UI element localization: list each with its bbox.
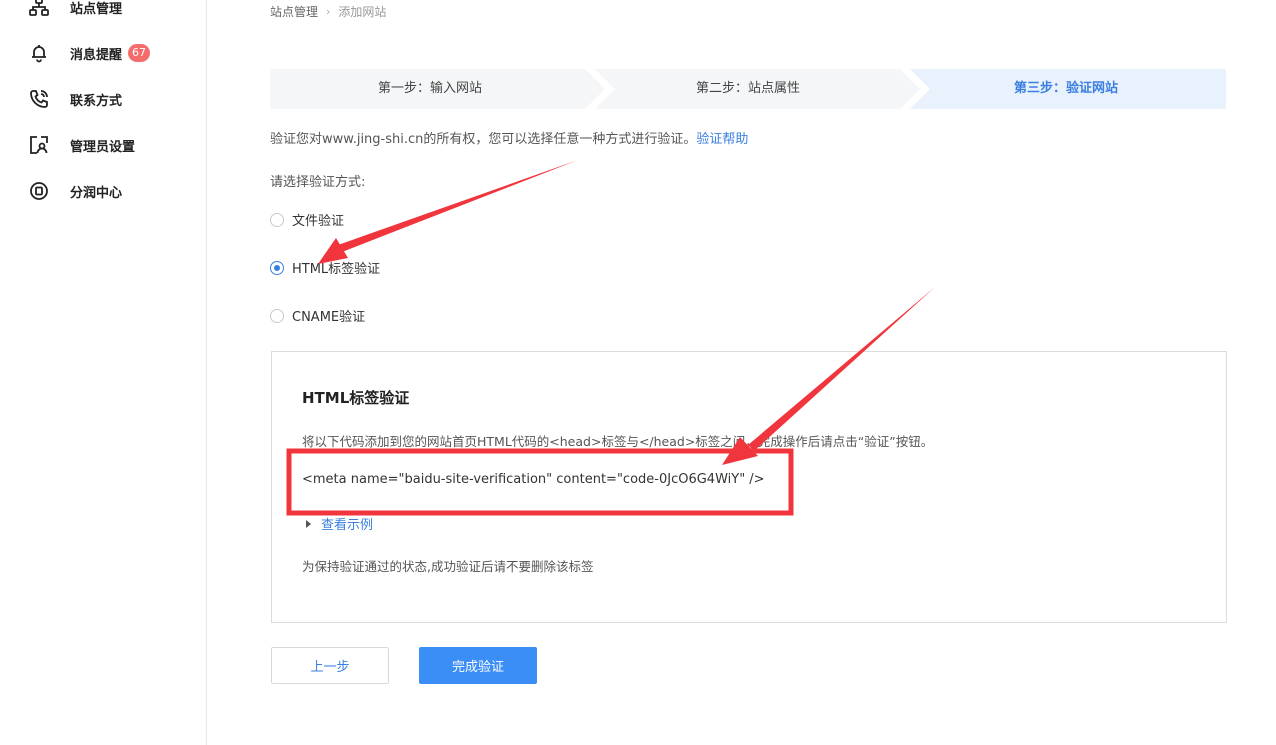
choose-method-label: 请选择验证方式: — [270, 175, 366, 190]
sidebar-item-notifications[interactable]: 消息提醒 67 — [28, 41, 151, 65]
sidebar-item-label: 管理员设置 — [70, 139, 136, 155]
admin-profile-icon — [28, 134, 50, 156]
app: 站点管理 消息提醒 67 联系方式 管理员设置 分润中心 站点管理 › 添加网站… — [0, 0, 1276, 745]
radio-label: 文件验证 — [292, 214, 345, 229]
view-example-label: 查看示例 — [321, 518, 374, 533]
panel-note: 为保持验证通过的状态,成功验证后请不要删除该标签 — [302, 559, 594, 574]
radio-file-verification[interactable]: 文件验证 — [270, 210, 344, 229]
sidebar-item-profit-center[interactable]: 分润中心 — [28, 179, 122, 203]
sidebar-item-label: 联系方式 — [70, 93, 123, 109]
panel-description: 将以下代码添加到您的网站首页HTML代码的<head>标签与</head>标签之… — [302, 434, 934, 449]
radio-html-tag-verification[interactable]: HTML标签验证 — [270, 258, 380, 277]
verification-description-text: 验证您对www.jing-shi.cn的所有权，您可以选择任意一种方式进行验证。 — [270, 132, 697, 147]
sidebar-item-admin-settings[interactable]: 管理员设置 — [28, 133, 135, 157]
breadcrumb: 站点管理 › 添加网站 — [270, 3, 386, 20]
sidebar-item-label: 站点管理 — [70, 1, 123, 17]
radio-label: CNAME验证 — [292, 310, 366, 325]
radio-button[interactable] — [270, 308, 284, 323]
radio-button[interactable] — [270, 212, 284, 227]
chevron-right-icon: › — [326, 5, 331, 18]
sidebar-item-site-management[interactable]: 站点管理 — [28, 0, 122, 19]
radio-button-checked[interactable] — [270, 260, 284, 275]
radio-cname-verification[interactable]: CNAME验证 — [270, 306, 365, 325]
step-indicator: 第一步：输入网站 第二步：站点属性 第三步：验证网站 — [270, 69, 1226, 109]
verification-help-link[interactable]: 验证帮助 — [696, 132, 748, 147]
view-example-link[interactable]: 查看示例 — [306, 514, 373, 533]
sidebar-item-label: 分润中心 — [70, 185, 123, 201]
finish-verification-button[interactable]: 完成验证 — [419, 647, 537, 684]
sidebar-item-contact[interactable]: 联系方式 — [28, 87, 122, 111]
previous-step-button[interactable]: 上一步 — [271, 647, 389, 684]
verification-description: 验证您对www.jing-shi.cn的所有权，您可以选择任意一种方式进行验证。… — [270, 128, 748, 147]
bell-icon — [28, 42, 50, 64]
step-1-label: 第一步：输入网站 — [377, 81, 482, 96]
step-3-label: 第三步：验证网站 — [1013, 81, 1118, 96]
radio-label: HTML标签验证 — [292, 262, 381, 277]
phone-icon — [28, 88, 50, 110]
html-tag-verification-panel: HTML标签验证 将以下代码添加到您的网站首页HTML代码的<head>标签与<… — [271, 351, 1227, 623]
profit-center-icon — [28, 180, 50, 202]
sidebar: 站点管理 消息提醒 67 联系方式 管理员设置 分润中心 — [0, 0, 207, 745]
sitemap-icon — [28, 0, 50, 18]
caret-right-icon — [306, 519, 311, 528]
step-2-label: 第二步：站点属性 — [695, 81, 800, 96]
panel-title: HTML标签验证 — [302, 389, 410, 407]
verification-meta-code[interactable]: <meta name="baidu-site-verification" con… — [302, 472, 765, 487]
sidebar-item-label: 消息提醒 — [70, 47, 123, 63]
breadcrumb-root[interactable]: 站点管理 — [270, 3, 318, 20]
notification-count-badge: 67 — [128, 44, 151, 62]
breadcrumb-current: 添加网站 — [338, 5, 387, 19]
